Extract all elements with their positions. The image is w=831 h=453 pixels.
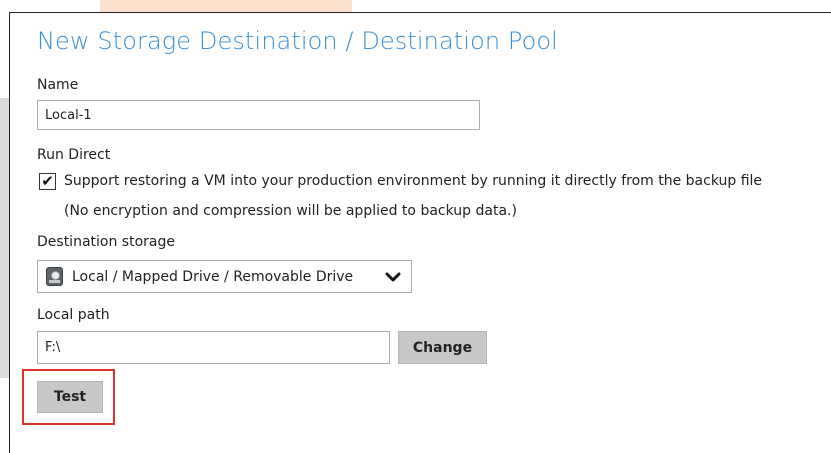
test-button-highlight xyxy=(22,369,115,425)
destination-storage-value: Local / Mapped Drive / Removable Drive xyxy=(72,268,354,285)
name-input[interactable] xyxy=(37,100,480,130)
run-direct-label: Run Direct xyxy=(37,147,111,163)
checkmark-icon: ✔ xyxy=(41,172,54,190)
run-direct-checkbox[interactable]: ✔ xyxy=(39,173,56,190)
destination-storage-label: Destination storage xyxy=(37,234,175,250)
name-label: Name xyxy=(37,77,79,93)
run-direct-note: (No encryption and compression will be a… xyxy=(64,203,517,219)
run-direct-checkbox-label[interactable]: Support restoring a VM into your product… xyxy=(64,173,762,189)
change-button[interactable]: Change xyxy=(398,331,487,364)
chevron-down-icon xyxy=(385,272,401,282)
destination-storage-select[interactable]: Local / Mapped Drive / Removable Drive xyxy=(37,260,412,293)
local-path-input[interactable] xyxy=(37,331,390,364)
hard-drive-icon xyxy=(46,267,63,286)
storage-destination-dialog xyxy=(9,12,831,453)
local-path-label: Local path xyxy=(37,307,110,323)
page-title: New Storage Destination / Destination Po… xyxy=(37,27,558,55)
